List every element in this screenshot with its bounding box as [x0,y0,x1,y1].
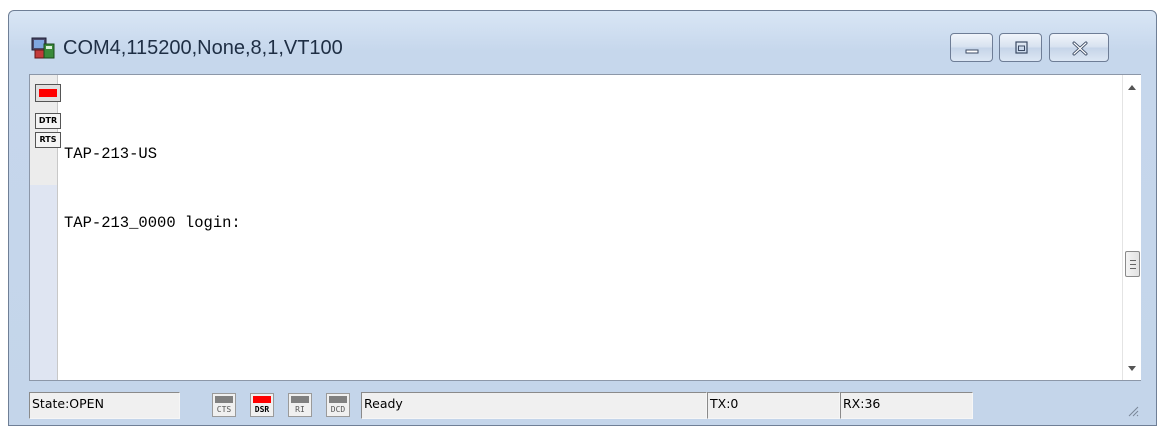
control-sidebar: DTR RTS [30,75,61,380]
vertical-scrollbar[interactable] [1122,75,1141,380]
rts-button[interactable]: RTS [35,132,61,148]
scroll-down-icon[interactable] [1128,366,1136,371]
resize-grip-icon[interactable] [1127,405,1139,417]
line-indicator-led [39,89,57,97]
terminal-app-icon[interactable] [31,36,55,60]
cts-indicator: CTS [212,393,236,417]
rx-counter: RX:36 [840,392,973,419]
maximize-icon [1015,41,1028,54]
close-icon [1072,41,1088,56]
dtr-button[interactable]: DTR [35,113,61,129]
scroll-thumb[interactable] [1125,251,1140,277]
minimize-icon [965,49,979,54]
terminal-client-area: DTR RTS TAP-213-US TAP-213_0000 login: [29,74,1141,381]
dcd-led [329,396,347,403]
ri-indicator: RI [288,393,312,417]
dsr-led [253,396,271,403]
dcd-label: DCD [330,405,346,414]
terminal-line: TAP-213_0000 login: [64,214,241,232]
maximize-button[interactable] [999,33,1042,62]
terminal-window: COM4,115200,None,8,1,VT100 DTR RTS TAP-2… [8,10,1157,426]
line-indicator [35,84,61,102]
terminal-output[interactable]: TAP-213-US TAP-213_0000 login: [64,97,241,281]
status-message: Ready [361,392,707,419]
cts-label: CTS [216,405,232,414]
close-button[interactable] [1049,33,1109,62]
ri-led [291,396,309,403]
dsr-indicator: DSR [250,393,274,417]
connection-state: State:OPEN [29,392,180,419]
sidebar-panel [30,185,57,380]
cts-led [215,396,233,403]
tx-counter: TX:0 [707,392,840,419]
ri-label: RI [295,405,305,414]
window-title: COM4,115200,None,8,1,VT100 [63,37,343,59]
scroll-up-icon[interactable] [1128,85,1136,90]
dsr-label: DSR [254,405,270,414]
title-bar[interactable]: COM4,115200,None,8,1,VT100 [9,11,1156,63]
terminal-line: TAP-213-US [64,145,158,163]
status-bar: State:OPEN CTS DSR RI DCD Ready TX:0 RX:… [29,387,1141,423]
minimize-button[interactable] [950,33,993,62]
dcd-indicator: DCD [326,393,350,417]
